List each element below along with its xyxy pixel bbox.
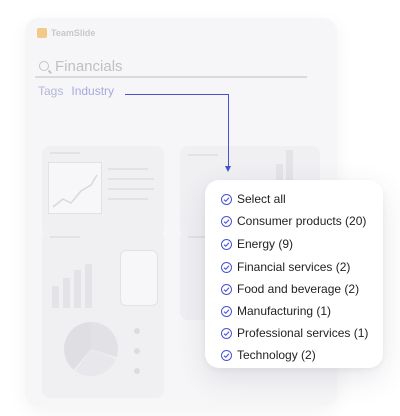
- bar-thumbnail: [74, 270, 81, 310]
- card-text-line: [108, 188, 154, 190]
- card-title-line: [50, 152, 80, 154]
- app-header: TeamSlide: [37, 28, 95, 38]
- search-icon: [39, 61, 49, 71]
- search-input[interactable]: Financials: [35, 56, 307, 78]
- option-manufacturing[interactable]: Manufacturing (1): [221, 304, 331, 318]
- option-label: Financial services (2): [237, 260, 351, 274]
- check-circle-icon: [221, 238, 232, 250]
- industry-dropdown: Select all Consumer products (20) Energy…: [205, 180, 383, 368]
- pie-chart-thumbnail: [64, 322, 118, 376]
- legend-dot: [134, 348, 140, 354]
- option-label: Professional services (1): [237, 326, 369, 340]
- card-text-line: [108, 198, 148, 200]
- check-circle-icon: [221, 305, 232, 317]
- line-chart-icon: [52, 174, 98, 208]
- app-name: TeamSlide: [51, 28, 96, 38]
- option-select-all[interactable]: Select all: [221, 192, 286, 206]
- option-professional-services[interactable]: Professional services (1): [221, 326, 368, 340]
- filter-bar: Tags Industry: [38, 84, 114, 98]
- legend-dot: [134, 368, 140, 374]
- slide-card[interactable]: [42, 230, 164, 320]
- bar-thumbnail: [63, 278, 70, 310]
- arrow-down-icon: [225, 166, 231, 172]
- filter-industry[interactable]: Industry: [71, 84, 114, 98]
- bar-chart-thumbnail: [52, 256, 104, 310]
- option-financial-services[interactable]: Financial services (2): [221, 260, 350, 274]
- option-label: Manufacturing (1): [237, 304, 332, 318]
- card-text-line: [108, 178, 154, 180]
- option-label: Select all: [237, 192, 286, 206]
- option-food-and-beverage[interactable]: Food and beverage (2): [221, 282, 359, 296]
- connector-line: [125, 94, 229, 95]
- slide-card[interactable]: [42, 308, 164, 398]
- option-label: Energy (9): [237, 237, 294, 251]
- card-title-line: [50, 236, 80, 238]
- connector-line: [228, 94, 229, 168]
- option-energy[interactable]: Energy (9): [221, 237, 293, 251]
- search-value: Financials: [55, 57, 123, 75]
- text-block-thumbnail: [120, 250, 158, 306]
- legend-dot: [134, 328, 140, 334]
- card-text-line: [108, 168, 148, 170]
- bar-thumbnail: [52, 286, 59, 310]
- check-circle-icon: [221, 193, 232, 205]
- check-circle-icon: [221, 215, 232, 227]
- card-title-line: [188, 154, 218, 156]
- option-label: Food and beverage (2): [237, 282, 360, 296]
- check-circle-icon: [221, 261, 232, 273]
- check-circle-icon: [221, 327, 232, 339]
- check-circle-icon: [221, 349, 232, 361]
- bar-thumbnail: [85, 264, 92, 310]
- filter-tags[interactable]: Tags: [38, 84, 63, 98]
- option-label: Consumer products (20): [237, 214, 367, 228]
- slide-card[interactable]: [42, 146, 164, 236]
- option-consumer-products[interactable]: Consumer products (20): [221, 214, 366, 228]
- logo-icon: [37, 28, 47, 38]
- line-chart-thumbnail: [48, 162, 102, 214]
- check-circle-icon: [221, 283, 232, 295]
- option-label: Technology (2): [237, 348, 316, 362]
- option-technology[interactable]: Technology (2): [221, 348, 316, 362]
